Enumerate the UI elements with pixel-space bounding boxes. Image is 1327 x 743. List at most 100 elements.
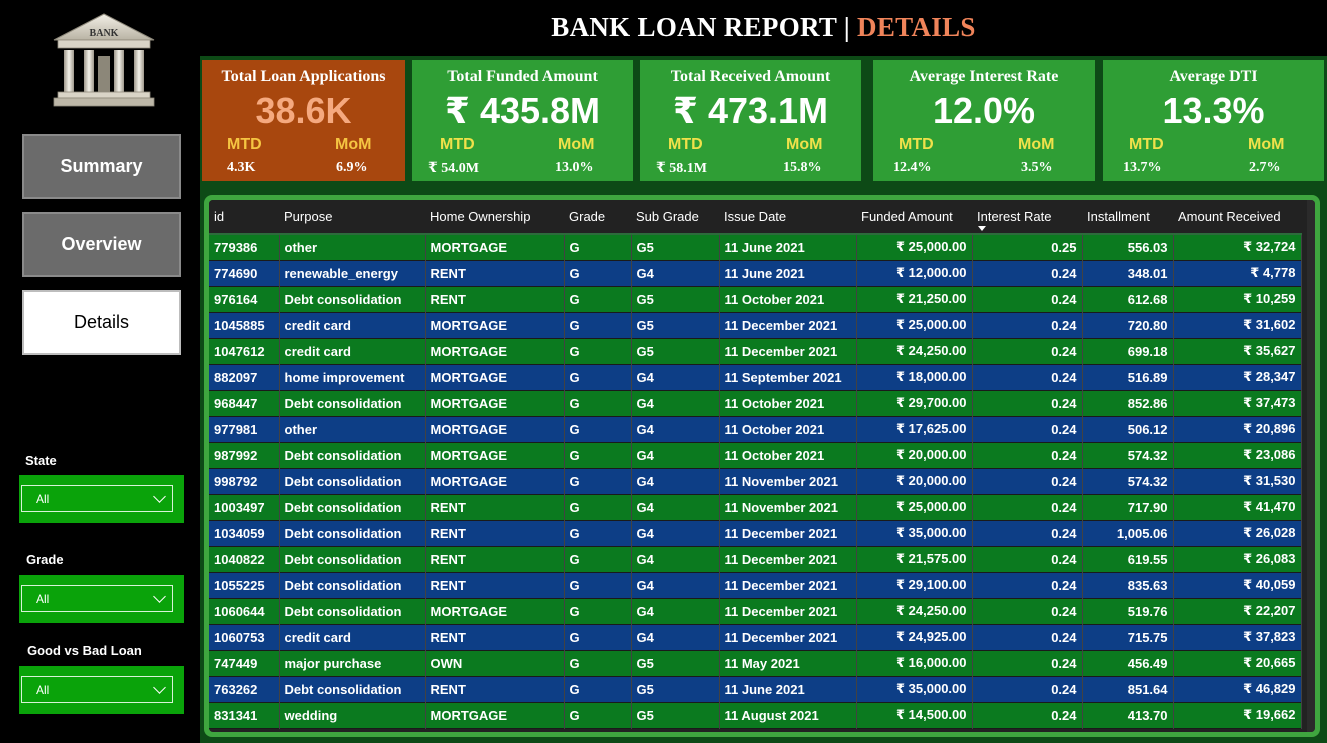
table-row[interactable]: 1060644 Debt consolidation MORTGAGE G G4 11 D… xyxy=(209,598,1302,624)
table-cell-issue-date: 11 May 2021 xyxy=(719,650,857,676)
table-cell-issue-date: 11 December 2021 xyxy=(719,624,857,650)
state-filter-dropdown[interactable]: All xyxy=(21,485,173,512)
loan-details-table-container: id Purpose Home Ownership Grade Sub Grade Iss… xyxy=(204,195,1320,737)
table-row[interactable]: 1034059 Debt consolidation RENT G G4 11 Decem… xyxy=(209,520,1302,546)
table-cell-amount-received: ₹ 32,724 xyxy=(1173,234,1302,260)
kpi-mtd-value: 4.3K xyxy=(227,160,256,175)
table-cell-purpose: major purchase xyxy=(279,650,426,676)
table-cell-grade: G xyxy=(564,520,632,546)
column-header-label: Purpose xyxy=(284,209,333,224)
table-row[interactable]: 763262 Debt consolidation RENT G G5 11 June 2… xyxy=(209,676,1302,702)
table-cell-sub-grade: G4 xyxy=(631,598,720,624)
column-header-label: Issue Date xyxy=(724,209,787,224)
table-cell-amount-received: ₹ 22,207 xyxy=(1173,598,1302,624)
table-cell-id: 1034059 xyxy=(209,520,280,546)
table-cell-funded-amount: ₹ 24,925.00 xyxy=(856,624,973,650)
table-row[interactable]: 774690 renewable_energy RENT G G4 11 June 202… xyxy=(209,260,1302,286)
column-header-installment[interactable]: Installment xyxy=(1082,200,1173,235)
table-cell-id: 968447 xyxy=(209,390,280,416)
kpi-card-total-funded: Total Funded Amount ₹ 435.8M MTD MoM ₹ 5… xyxy=(412,60,633,181)
kpi-mtd-label: MTD xyxy=(227,136,262,153)
table-cell-id: 882097 xyxy=(209,364,280,390)
table-cell-purpose: other xyxy=(279,234,426,260)
column-header-purpose[interactable]: Purpose xyxy=(279,200,425,235)
table-row[interactable]: 976164 Debt consolidation RENT G G5 11 Octobe… xyxy=(209,286,1302,312)
table-cell-id: 774690 xyxy=(209,260,280,286)
table-cell-interest-rate: 0.24 xyxy=(972,598,1083,624)
table-cell-grade: G xyxy=(564,390,632,416)
column-header-grade[interactable]: Grade xyxy=(564,200,631,235)
column-header-amount-received[interactable]: Amount Received xyxy=(1173,200,1301,235)
table-row[interactable]: 1055225 Debt consolidation RENT G G4 11 Decem… xyxy=(209,572,1302,598)
table-cell-sub-grade: G4 xyxy=(631,546,720,572)
table-cell-id: 998792 xyxy=(209,468,280,494)
kpi-mom-value: 3.5% xyxy=(1021,160,1053,175)
column-header-id[interactable]: id xyxy=(209,200,279,235)
table-cell-purpose: renewable_energy xyxy=(279,260,426,286)
column-header-sub-grade[interactable]: Sub Grade xyxy=(631,200,719,235)
table-cell-amount-received: ₹ 20,896 xyxy=(1173,416,1302,442)
table-row[interactable]: 1040822 Debt consolidation RENT G G4 11 Decem… xyxy=(209,546,1302,572)
table-cell-amount-received: ₹ 31,602 xyxy=(1173,312,1302,338)
table-row[interactable]: 987992 Debt consolidation MORTGAGE G G4 11 Oc… xyxy=(209,442,1302,468)
table-row[interactable]: 882097 home improvement MORTGAGE G G4 11 Sept… xyxy=(209,364,1302,390)
table-cell-interest-rate: 0.24 xyxy=(972,650,1083,676)
table-cell-home-ownership: MORTGAGE xyxy=(425,416,565,442)
table-cell-grade: G xyxy=(564,702,632,728)
column-header-label: Grade xyxy=(569,209,606,224)
grade-filter-dropdown[interactable]: All xyxy=(21,585,173,612)
table-row[interactable]: 779386 other MORTGAGE G G5 11 June 2021 ₹ 25,0… xyxy=(209,234,1302,260)
nav-overview-button[interactable]: Overview xyxy=(22,212,181,277)
table-scrollbar[interactable] xyxy=(1307,200,1315,732)
table-cell-sub-grade: G5 xyxy=(631,312,720,338)
table-row[interactable]: 977981 other MORTGAGE G G4 11 October 2021 ₹ 1… xyxy=(209,416,1302,442)
nav-details-button[interactable]: Details xyxy=(22,290,181,355)
column-header-issue-date[interactable]: Issue Date xyxy=(719,200,856,235)
table-cell-sub-grade: G4 xyxy=(631,624,720,650)
table-cell-id: 977981 xyxy=(209,416,280,442)
table-row[interactable]: 968447 Debt consolidation MORTGAGE G G4 11 Oc… xyxy=(209,390,1302,416)
table-cell-home-ownership: RENT xyxy=(425,494,565,520)
table-cell-grade: G xyxy=(564,676,632,702)
table-row[interactable]: 1003497 Debt consolidation RENT G G4 11 Novem… xyxy=(209,494,1302,520)
table-cell-sub-grade: G4 xyxy=(631,442,720,468)
table-cell-funded-amount: ₹ 16,000.00 xyxy=(856,650,973,676)
table-cell-funded-amount: ₹ 29,100.00 xyxy=(856,572,973,598)
table-cell-grade: G xyxy=(564,494,632,520)
column-header-interest-rate[interactable]: Interest Rate xyxy=(972,200,1082,235)
table-cell-interest-rate: 0.24 xyxy=(972,286,1083,312)
loan-details-table-viewport[interactable]: id Purpose Home Ownership Grade Sub Grade Iss… xyxy=(209,200,1315,732)
table-cell-installment: 348.01 xyxy=(1082,260,1174,286)
table-cell-id: 1060644 xyxy=(209,598,280,624)
table-cell-amount-received: ₹ 28,347 xyxy=(1173,364,1302,390)
table-cell-interest-rate: 0.24 xyxy=(972,494,1083,520)
table-cell-purpose: Debt consolidation xyxy=(279,546,426,572)
kpi-mtd-label: MTD xyxy=(1129,136,1164,153)
table-row[interactable]: 998792 Debt consolidation MORTGAGE G G4 11 No… xyxy=(209,468,1302,494)
column-header-home-ownership[interactable]: Home Ownership xyxy=(425,200,564,235)
table-row[interactable]: 831341 wedding MORTGAGE G G5 11 August 2021 ₹ … xyxy=(209,702,1302,728)
table-row[interactable]: 1060753 credit card RENT G G4 11 December 202… xyxy=(209,624,1302,650)
table-cell-grade: G xyxy=(564,624,632,650)
column-header-funded-amount[interactable]: Funded Amount xyxy=(856,200,972,235)
table-cell-interest-rate: 0.24 xyxy=(972,572,1083,598)
table-row[interactable]: 1047612 credit card MORTGAGE G G5 11 December… xyxy=(209,338,1302,364)
table-row[interactable]: 1045885 credit card MORTGAGE G G5 11 December… xyxy=(209,312,1302,338)
table-cell-grade: G xyxy=(564,468,632,494)
kpi-mom-label: MoM xyxy=(335,136,372,153)
kpi-card-avg-dti: Average DTI 13.3% MTD MoM 13.7% 2.7% xyxy=(1103,60,1324,181)
kpi-mtd-value: 12.4% xyxy=(893,160,932,175)
table-cell-amount-received: ₹ 46,829 xyxy=(1173,676,1302,702)
kpi-mtd-label: MTD xyxy=(668,136,703,153)
table-cell-funded-amount: ₹ 25,000.00 xyxy=(856,312,973,338)
sort-descending-icon xyxy=(978,226,986,231)
table-cell-grade: G xyxy=(564,234,632,260)
nav-summary-button[interactable]: Summary xyxy=(22,134,181,199)
table-cell-issue-date: 11 December 2021 xyxy=(719,598,857,624)
table-cell-amount-received: ₹ 20,665 xyxy=(1173,650,1302,676)
table-cell-purpose: Debt consolidation xyxy=(279,494,426,520)
table-cell-sub-grade: G4 xyxy=(631,572,720,598)
loan-quality-filter-dropdown[interactable]: All xyxy=(21,676,173,703)
table-row[interactable]: 747449 major purchase OWN G G5 11 May 2021 ₹ 1… xyxy=(209,650,1302,676)
table-cell-purpose: Debt consolidation xyxy=(279,390,426,416)
